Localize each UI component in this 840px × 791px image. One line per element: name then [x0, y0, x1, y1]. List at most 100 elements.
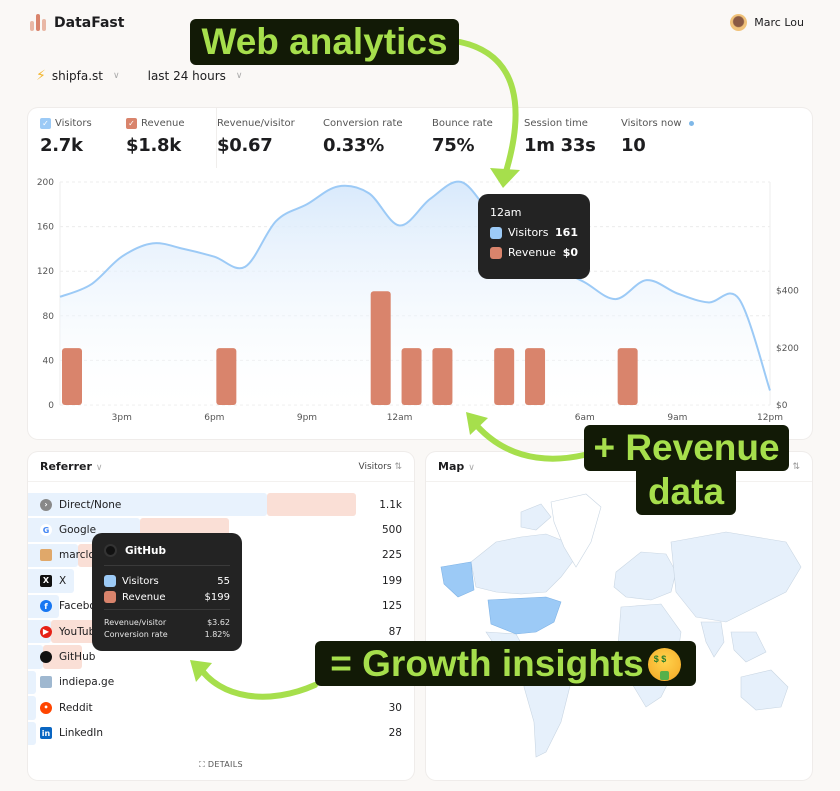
revenue-bar[interactable] — [494, 348, 515, 405]
revenue-bar[interactable] — [62, 348, 82, 405]
referrer-row[interactable]: • Reddit 30 — [28, 695, 414, 720]
map-alaska — [440, 561, 475, 598]
tooltip-row-revenue: Revenue $0 — [490, 246, 578, 259]
expand-icon: ⛶ — [199, 760, 206, 769]
chart-tooltip: 12am Visitors 161 Revenue $0 — [478, 194, 590, 279]
y-tick-label: 40 — [43, 356, 55, 366]
map-dropdown[interactable]: Map ∨ — [438, 460, 475, 473]
revenue-bar[interactable] — [216, 348, 237, 405]
referrer-name: X — [59, 574, 67, 587]
revenue-swatch-icon — [104, 591, 116, 603]
referrer-name: Reddit — [59, 701, 93, 714]
sort-button[interactable]: ⇅ — [792, 462, 800, 472]
x-tick-label: 9pm — [297, 413, 317, 423]
referrer-visitors: 125 — [381, 600, 402, 613]
tooltip-label: Conversion rate — [104, 630, 168, 639]
referrer-name: indiepa.ge — [59, 676, 115, 689]
referrer-dropdown[interactable]: Referrer ∨ — [40, 460, 103, 473]
money-mouth-face-icon — [647, 648, 681, 681]
tooltip-label: Revenue — [508, 246, 556, 259]
map-usa — [487, 596, 562, 635]
tooltip-label: Visitors — [122, 575, 159, 587]
revenue-bar — [267, 493, 357, 517]
sort-visitors-button[interactable]: Visitors ⇅ — [359, 462, 403, 472]
referrer-row[interactable]: in LinkedIn 28 — [28, 721, 414, 746]
google-icon: G — [40, 524, 52, 537]
tooltip-value: 1.82% — [204, 630, 230, 639]
callout-revenue: + Revenue — [584, 425, 789, 471]
x-tick-label: 6pm — [204, 413, 224, 423]
referrer-row[interactable]: › Direct/None 1.1k — [28, 492, 414, 517]
map-australia — [740, 669, 789, 711]
y-right-tick-label: $400 — [776, 287, 799, 297]
map-card: Map ∨ ⇅ — [426, 452, 812, 780]
chevron-down-icon: ∨ — [468, 463, 475, 473]
referrer-visitors: 199 — [381, 574, 402, 587]
visitors-swatch-icon — [104, 575, 116, 587]
tooltip-value: 161 — [555, 226, 578, 239]
linkedin-icon: in — [40, 727, 52, 740]
y-right-tick-label: $0 — [776, 401, 788, 411]
x-tick-label: 12am — [387, 413, 413, 423]
details-button[interactable]: ⛶ DETAILS — [28, 760, 414, 770]
globe-icon: › — [40, 498, 52, 511]
callout-growth: = Growth insights — [315, 641, 696, 686]
callout-text: = Growth insights — [330, 643, 644, 684]
revenue-bar[interactable] — [370, 291, 391, 405]
card-title: Referrer — [40, 460, 92, 473]
x-icon: X — [40, 574, 52, 587]
referrer-visitors: 87 — [388, 625, 402, 638]
referrer-name: Direct/None — [59, 498, 122, 511]
github-icon — [40, 651, 52, 664]
revenue-swatch-icon — [490, 246, 502, 259]
tooltip-title: 12am — [490, 206, 522, 219]
details-label: DETAILS — [207, 760, 243, 769]
tooltip-label: Revenue — [122, 591, 166, 603]
x-tick-label: 6am — [575, 413, 595, 423]
map-canada — [470, 533, 577, 595]
referrer-tooltip: GitHub Visitors 55 Revenue $199 Revenue/vi… — [92, 533, 242, 651]
y-tick-label: 80 — [43, 312, 55, 322]
visitors-bar — [28, 721, 36, 745]
map-europe — [613, 551, 677, 601]
column-label: Visitors — [358, 461, 392, 472]
revenue-bar[interactable] — [401, 348, 422, 405]
tooltip-value: 55 — [217, 575, 230, 587]
y-tick-label: 160 — [37, 223, 54, 233]
youtube-icon: ▶ — [40, 625, 52, 638]
visitors-bar — [28, 670, 36, 695]
sort-icon: ⇅ — [394, 461, 402, 472]
tooltip-label: Revenue/visitor — [104, 618, 167, 627]
map-russia-asia — [670, 531, 802, 623]
referrer-name: Google — [59, 524, 97, 537]
revenue-bar[interactable] — [432, 348, 453, 405]
reddit-icon: • — [40, 701, 52, 714]
referrer-visitors: 500 — [381, 524, 402, 537]
tooltip-value: $3.62 — [207, 618, 230, 627]
referrer-visitors: 28 — [388, 727, 402, 740]
tooltip-title: GitHub — [125, 544, 167, 557]
callout-web-analytics: Web analytics — [190, 19, 459, 65]
revenue-bar[interactable] — [525, 348, 546, 405]
y-tick-label: 0 — [48, 401, 54, 411]
revenue-bar[interactable] — [617, 348, 638, 405]
callout-revenue-data: data — [636, 471, 736, 515]
tooltip-value: $199 — [204, 591, 230, 603]
y-right-tick-label: $200 — [776, 344, 799, 354]
y-tick-label: 200 — [37, 178, 54, 188]
chevron-down-icon: ∨ — [95, 463, 103, 473]
github-icon — [104, 544, 117, 557]
indiepage-icon — [40, 676, 52, 689]
avatar-icon — [40, 549, 52, 562]
visitors-revenue-chart[interactable]: 0 40 80 120 160 200 $0 $200 $400 3pm 6pm 9pm 12am 6… — [0, 0, 840, 440]
card-title: Map — [438, 460, 465, 473]
referrer-visitors: 225 — [381, 549, 402, 562]
x-tick-label: 9am — [667, 413, 687, 423]
visitors-bar — [28, 696, 36, 720]
x-tick-label: 3pm — [112, 413, 132, 423]
referrer-name: GitHub — [59, 651, 96, 664]
map-se-asia — [730, 631, 767, 663]
world-map[interactable] — [426, 482, 812, 780]
referrer-name: LinkedIn — [59, 727, 104, 740]
tooltip-label: Visitors — [508, 226, 549, 239]
